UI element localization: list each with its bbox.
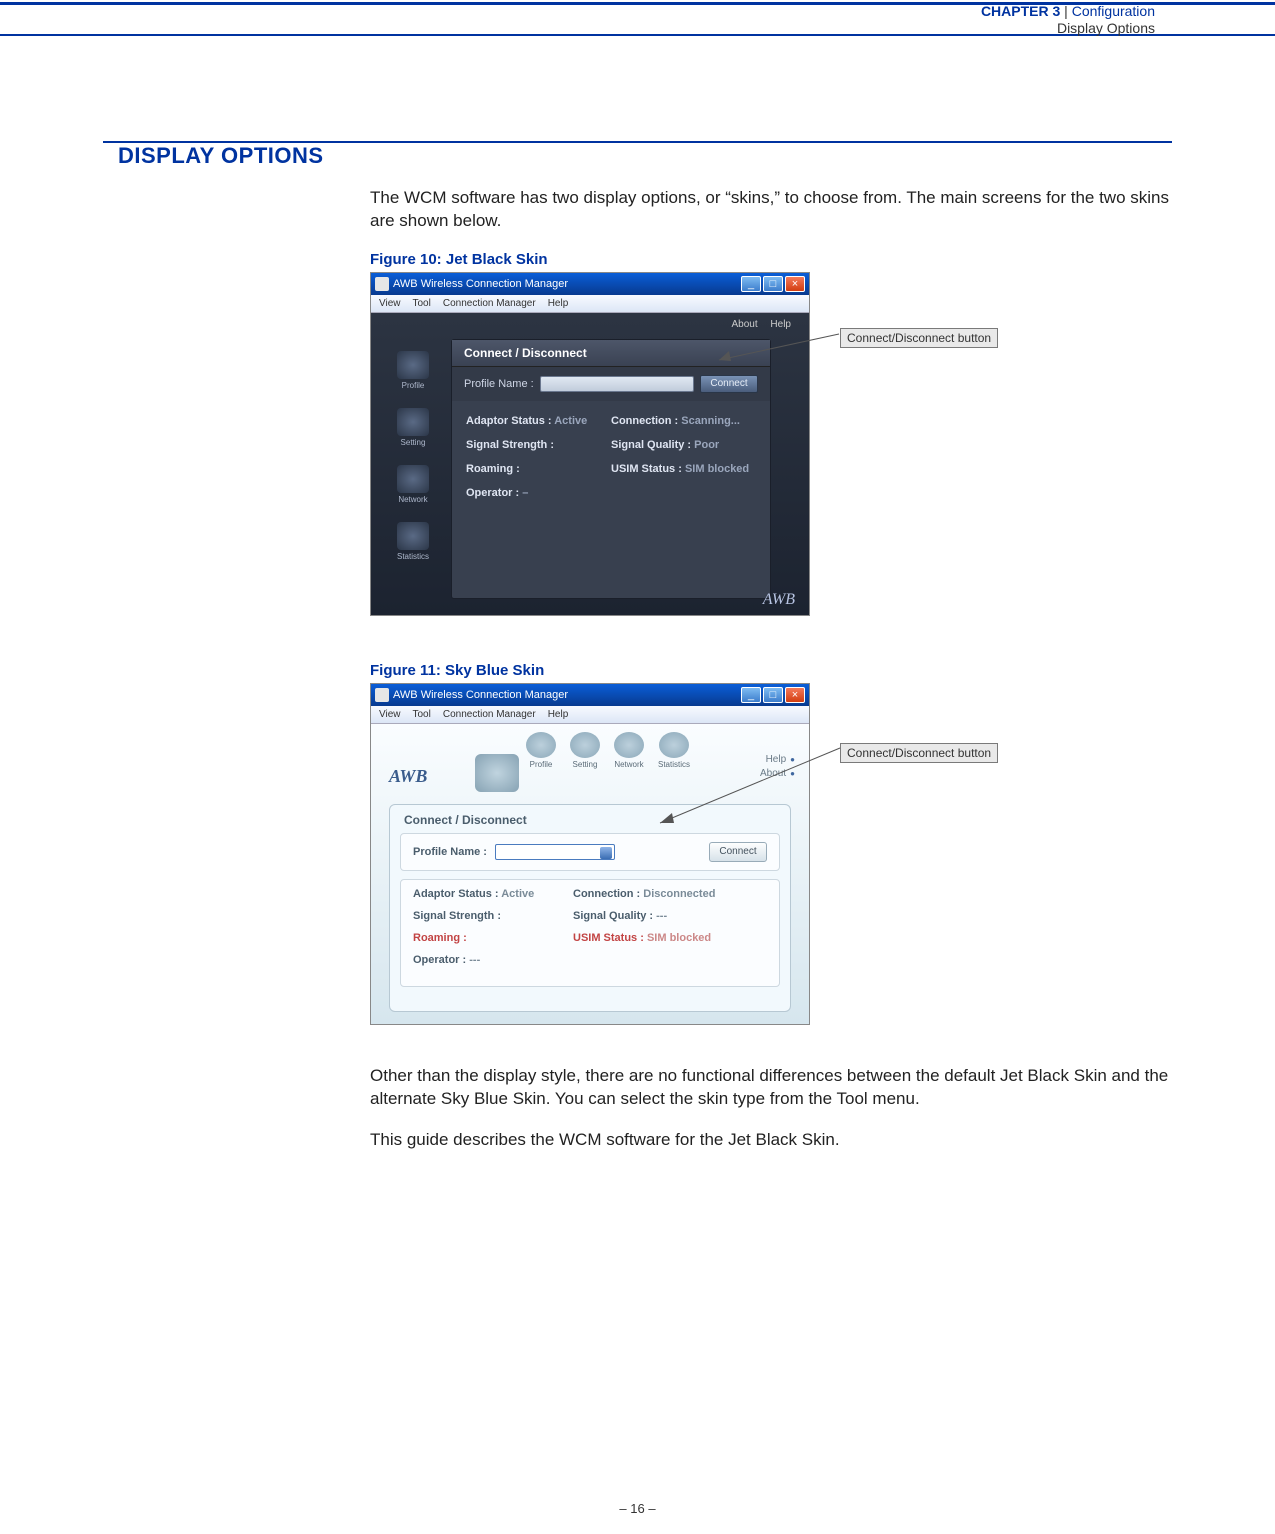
menu-view[interactable]: View — [379, 709, 401, 720]
menu-tool[interactable]: Tool — [413, 709, 431, 720]
window-title: AWB Wireless Connection Manager — [393, 689, 568, 701]
profile-icon — [526, 732, 556, 758]
minimize-button[interactable]: _ — [741, 687, 761, 703]
callout-connect-disconnect: Connect/Disconnect button — [840, 328, 998, 348]
network-icon — [397, 465, 429, 493]
menubar: View Tool Connection Manager Help — [371, 706, 809, 724]
connect-button[interactable]: Connect — [709, 842, 767, 862]
signal-quality-label: Signal Quality : --- — [573, 910, 733, 922]
callout-arrow-icon — [709, 310, 849, 370]
network-icon — [614, 732, 644, 758]
toolbar-item-profile[interactable]: Profile — [526, 732, 556, 769]
setting-icon — [570, 732, 600, 758]
app-icon — [375, 688, 389, 702]
operator-label: Operator : --- — [413, 954, 573, 966]
adaptor-status-label: Adaptor Status : Active — [466, 415, 611, 427]
body-paragraph-3: This guide describes the WCM software fo… — [370, 1129, 1170, 1152]
setting-icon — [397, 408, 429, 436]
page-number: – 16 – — [0, 1501, 1275, 1516]
usim-status-label: USIM Status : SIM blocked — [573, 932, 733, 944]
sidebar-item-setting[interactable]: Setting — [387, 408, 439, 447]
roaming-label: Roaming : — [466, 463, 611, 475]
sidebar: Profile Setting Network Statistics — [387, 351, 439, 579]
chapter-sep: | — [1060, 3, 1071, 19]
profile-name-label: Profile Name : — [413, 846, 487, 858]
chapter-label: CHAPTER 3 — [981, 3, 1060, 19]
status-block: Adaptor Status : ActiveConnection : Scan… — [452, 401, 770, 517]
roaming-label: Roaming : — [413, 932, 573, 944]
signal-quality-label: Signal Quality : Poor — [611, 439, 756, 451]
signal-strength-label: Signal Strength : — [413, 910, 573, 922]
header-rule: CHAPTER 3 | Configuration Display Option… — [0, 2, 1275, 36]
statistics-icon — [397, 522, 429, 550]
connection-label: Connection : Disconnected — [573, 888, 733, 900]
menu-help[interactable]: Help — [548, 709, 569, 720]
menu-tool[interactable]: Tool — [413, 298, 431, 309]
sidebar-item-network[interactable]: Network — [387, 465, 439, 504]
figure-11-container: AWB Wireless Connection Manager _ □ × Vi… — [370, 683, 1170, 1025]
logo-text: AWB — [389, 766, 427, 787]
toolbar-item-network[interactable]: Network — [614, 732, 644, 769]
signal-strength-label: Signal Strength : — [466, 439, 611, 451]
adaptor-status-label: Adaptor Status : Active — [413, 888, 573, 900]
sky-blue-screenshot: AWB Wireless Connection Manager _ □ × Vi… — [370, 683, 810, 1025]
menu-connection-manager[interactable]: Connection Manager — [443, 298, 536, 309]
connection-label: Connection : Scanning... — [611, 415, 756, 427]
figure-10-caption: Figure 10: Jet Black Skin — [370, 251, 1170, 268]
close-button[interactable]: × — [785, 276, 805, 292]
connect-button[interactable]: Connect — [700, 375, 758, 393]
callout-arrow-icon — [650, 743, 850, 843]
sidebar-item-profile[interactable]: Profile — [387, 351, 439, 390]
profile-name-label: Profile Name : — [464, 378, 534, 390]
section-title: DISPLAY OPTIONS — [118, 143, 1275, 169]
chapter-header: CHAPTER 3 | Configuration Display Option… — [981, 3, 1155, 37]
sidebar-item-label: Profile — [387, 381, 439, 390]
figure-10-container: AWB Wireless Connection Manager _ □ × Vi… — [370, 272, 1170, 616]
chapter-subtitle: Display Options — [981, 20, 1155, 37]
close-button[interactable]: × — [785, 687, 805, 703]
sidebar-item-label: Statistics — [387, 552, 439, 561]
logo-text: AWB — [763, 591, 795, 609]
minimize-button[interactable]: _ — [741, 276, 761, 292]
status-block: Adaptor Status : ActiveConnection : Disc… — [400, 879, 780, 987]
menu-help[interactable]: Help — [548, 298, 569, 309]
window-title: AWB Wireless Connection Manager — [393, 278, 568, 290]
sidebar-item-label: Network — [387, 495, 439, 504]
chapter-title: Configuration — [1072, 3, 1155, 19]
profile-name-dropdown[interactable] — [540, 376, 694, 392]
intro-paragraph: The WCM software has two display options… — [370, 187, 1170, 233]
window-titlebar: AWB Wireless Connection Manager _ □ × — [371, 273, 809, 295]
body-paragraph-2: Other than the display style, there are … — [370, 1065, 1170, 1111]
window-titlebar: AWB Wireless Connection Manager _ □ × — [371, 684, 809, 706]
profile-name-dropdown[interactable] — [495, 844, 615, 860]
maximize-button[interactable]: □ — [763, 687, 783, 703]
main-panel: Connect / Disconnect Profile Name : Conn… — [451, 339, 771, 599]
figure-11-caption: Figure 11: Sky Blue Skin — [370, 662, 1170, 679]
profile-icon — [397, 351, 429, 379]
profile-row: Profile Name : Connect — [452, 367, 770, 401]
operator-label: Operator : – — [466, 487, 611, 499]
sidebar-item-statistics[interactable]: Statistics — [387, 522, 439, 561]
app-icon — [375, 277, 389, 291]
toolbar-item-setting[interactable]: Setting — [570, 732, 600, 769]
connect-icon[interactable] — [475, 754, 519, 792]
menu-view[interactable]: View — [379, 298, 401, 309]
sidebar-item-label: Setting — [387, 438, 439, 447]
callout-connect-disconnect: Connect/Disconnect button — [840, 743, 998, 763]
usim-status-label: USIM Status : SIM blocked — [611, 463, 756, 475]
menu-connection-manager[interactable]: Connection Manager — [443, 709, 536, 720]
maximize-button[interactable]: □ — [763, 276, 783, 292]
